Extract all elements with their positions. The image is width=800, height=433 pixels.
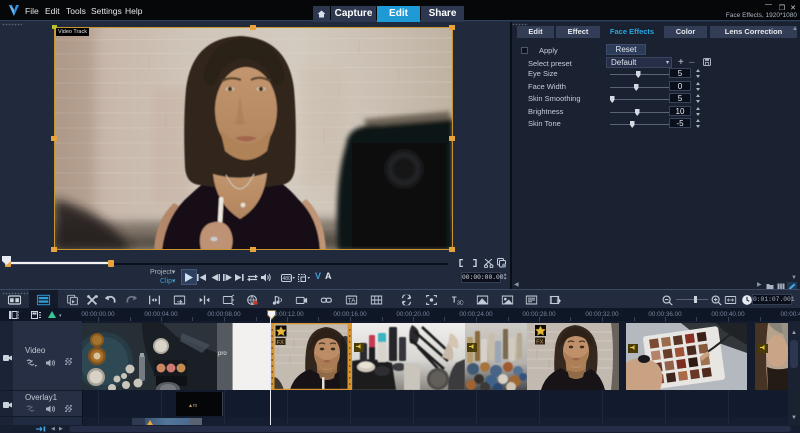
svg-text:TA: TA	[348, 297, 356, 304]
svg-text:T: T	[452, 296, 457, 305]
svg-text:FX: FX	[277, 340, 284, 346]
svg-text:480: 480	[283, 276, 292, 282]
svg-text:3D: 3D	[457, 300, 463, 305]
svg-text:FX: FX	[536, 340, 543, 346]
